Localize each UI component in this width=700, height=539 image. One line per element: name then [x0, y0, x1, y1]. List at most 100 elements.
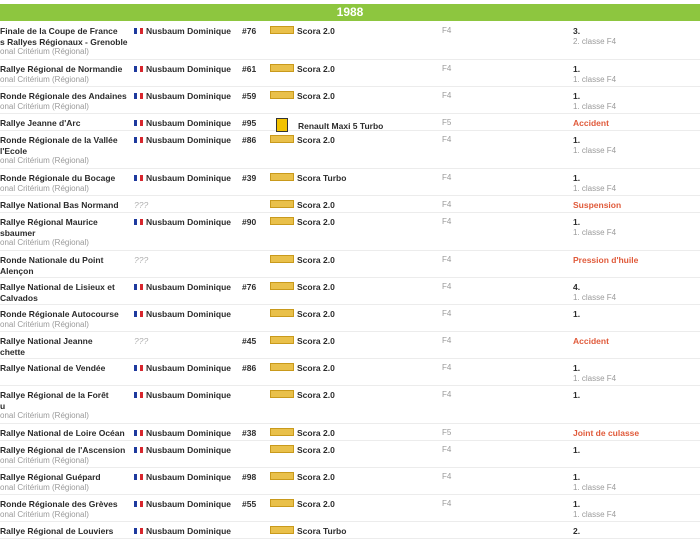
event-name[interactable]: Ronde Régionale du Bocage [0, 173, 132, 184]
driver-name[interactable]: Nusbaum Dominique [146, 363, 231, 373]
table-row[interactable]: Rallye National Bas Normand??? Scora 2.0 F… [0, 196, 700, 213]
driver-cell: Nusbaum Dominique [134, 499, 240, 510]
event-cell: Rallye Jeanne d'Arc [0, 118, 132, 129]
table-row[interactable]: Rallye Régional de Normandie onal Critéri… [0, 60, 700, 87]
table-row[interactable]: Rallye Régional de l'Ascension onal Crité… [0, 441, 700, 468]
event-name[interactable]: Rallye Régional de l'Ascension [0, 445, 132, 456]
car-model[interactable]: Scora 2.0 [297, 26, 335, 36]
table-row[interactable]: Rallye National de Loire Océan Nusbaum Do… [0, 424, 700, 441]
driver-name[interactable]: Nusbaum Dominique [146, 390, 231, 400]
class-cell: F4 [442, 91, 452, 100]
car-model[interactable]: Scora 2.0 [297, 363, 335, 373]
car-model[interactable]: Scora 2.0 [297, 64, 335, 74]
event-name[interactable]: Rallye National Bas Normand [0, 200, 132, 211]
event-name[interactable]: l'Ecole [0, 146, 132, 157]
event-name[interactable]: Rallye National Jeanne [0, 336, 132, 347]
table-row[interactable]: Ronde Régionale du Bocage onal Critérium … [0, 169, 700, 196]
scora-logo-icon [270, 428, 294, 436]
event-name[interactable]: Finale de la Coupe de France [0, 26, 132, 37]
table-row[interactable]: Rallye Régional Guépard onal Critérium (R… [0, 468, 700, 495]
scora-logo-icon [270, 173, 294, 181]
result-value: Accident [573, 118, 609, 128]
car-model[interactable]: Scora Turbo [297, 173, 346, 183]
car-model[interactable]: Scora 2.0 [297, 217, 335, 227]
scora-logo-icon [270, 64, 294, 72]
event-name[interactable]: Rallye Régional de Normandie [0, 64, 132, 75]
event-name[interactable]: Ronde Régionale Autocourse [0, 309, 132, 320]
driver-name[interactable]: Nusbaum Dominique [146, 91, 231, 101]
driver-name[interactable]: Nusbaum Dominique [146, 64, 231, 74]
result-cell: 2. [573, 526, 698, 537]
driver-name[interactable]: Nusbaum Dominique [146, 428, 231, 438]
event-name[interactable]: s Rallyes Régionaux - Grenoble [0, 37, 132, 48]
table-row[interactable]: Rallye Régional Maurice sbaumer onal Crité… [0, 213, 700, 251]
car-model[interactable]: Scora 2.0 [297, 445, 335, 455]
car-cell: Scora 2.0 [270, 428, 430, 439]
driver-name[interactable]: Nusbaum Dominique [146, 445, 231, 455]
table-row[interactable]: Rallye Régional de la Forêt u onal Critéri… [0, 386, 700, 424]
driver-name[interactable]: Nusbaum Dominique [146, 173, 231, 183]
table-row[interactable]: Rallye National de Vendée Nusbaum Dominiq… [0, 359, 700, 386]
event-name[interactable]: Rallye National de Lisieux et [0, 282, 132, 293]
event-name[interactable]: Rallye Régional Guépard [0, 472, 132, 483]
table-row[interactable]: Ronde Régionale des Andaines onal Critéri… [0, 87, 700, 114]
result-cell: 1. 1. classe F4 [573, 135, 698, 156]
event-name[interactable]: Ronde Régionale des Grèves [0, 499, 132, 510]
driver-name[interactable]: Nusbaum Dominique [146, 472, 231, 482]
car-model[interactable]: Scora 2.0 [297, 255, 335, 265]
result-cell: 1. 1. classe F4 [573, 363, 698, 384]
driver-name[interactable]: Nusbaum Dominique [146, 309, 231, 319]
scora-logo-icon [270, 526, 294, 534]
car-number: #39 [242, 173, 257, 183]
car-model[interactable]: Scora 2.0 [297, 428, 335, 438]
table-row[interactable]: Ronde Régionale des Grèves onal Critérium… [0, 495, 700, 522]
event-name[interactable]: Rallye National de Loire Océan [0, 428, 132, 439]
car-model[interactable]: Scora 2.0 [297, 91, 335, 101]
driver-name[interactable]: Nusbaum Dominique [146, 26, 231, 36]
event-name[interactable]: Rallye Régional Maurice [0, 217, 132, 228]
event-name[interactable]: Ronde Nationale du Point [0, 255, 132, 266]
car-model[interactable]: Scora 2.0 [297, 282, 335, 292]
class-cell: F4 [442, 217, 452, 226]
event-name[interactable]: Ronde Régionale des Andaines [0, 91, 132, 102]
event-name[interactable]: u [0, 401, 132, 412]
car-model[interactable]: Scora Turbo [297, 526, 346, 536]
car-model[interactable]: Scora 2.0 [297, 499, 335, 509]
table-row[interactable]: Rallye Jeanne d'Arc Nusbaum Dominique #95 R… [0, 114, 700, 132]
event-name[interactable]: Rallye Régional de Louviers [0, 526, 132, 537]
car-model[interactable]: Scora 2.0 [297, 200, 335, 210]
event-name[interactable]: Alençon [0, 266, 132, 277]
class-result: 1. classe F4 [573, 292, 617, 302]
event-name[interactable]: Rallye Régional de la Forêt [0, 390, 132, 401]
car-model[interactable]: Scora 2.0 [297, 390, 335, 400]
event-name[interactable]: Calvados [0, 293, 132, 304]
table-row[interactable]: Finale de la Coupe de France s Rallyes Ré… [0, 22, 700, 60]
event-name[interactable]: Rallye Jeanne d'Arc [0, 118, 132, 129]
driver-name[interactable]: Nusbaum Dominique [146, 118, 231, 128]
car-model[interactable]: Scora 2.0 [297, 135, 335, 145]
driver-name[interactable]: Nusbaum Dominique [146, 217, 231, 227]
driver-name[interactable]: Nusbaum Dominique [146, 282, 231, 292]
event-name[interactable]: sbaumer [0, 228, 132, 239]
driver-cell: Nusbaum Dominique [134, 135, 240, 146]
table-row[interactable]: Ronde Nationale du Point Alençon??? Scora … [0, 251, 700, 278]
driver-name[interactable]: Nusbaum Dominique [146, 135, 231, 145]
france-flag-icon [134, 66, 143, 72]
driver-name[interactable]: Nusbaum Dominique [146, 526, 231, 536]
car-model[interactable]: Scora 2.0 [297, 472, 335, 482]
car-model[interactable]: Renault Maxi 5 Turbo [298, 121, 383, 131]
table-row[interactable]: Rallye National de Lisieux et Calvados Nus… [0, 278, 700, 305]
event-name[interactable]: Ronde Régionale de la Vallée [0, 135, 132, 146]
car-model[interactable]: Scora 2.0 [297, 309, 335, 319]
table-row[interactable]: Ronde Régionale Autocourse onal Critérium… [0, 305, 700, 332]
table-row[interactable]: Rallye National Jeanne chette??? #45 Scora … [0, 332, 700, 359]
car-cell: Scora Turbo [270, 526, 430, 537]
table-row[interactable]: Ronde Régionale de la Vallée l'Ecole onal … [0, 131, 700, 169]
event-name[interactable]: chette [0, 347, 132, 358]
result-cell: 1. 1. classe F4 [573, 64, 698, 85]
driver-name[interactable]: Nusbaum Dominique [146, 499, 231, 509]
car-model[interactable]: Scora 2.0 [297, 336, 335, 346]
result-cell: Accident [573, 336, 698, 347]
class-cell: F4 [442, 309, 452, 318]
event-name[interactable]: Rallye National de Vendée [0, 363, 132, 374]
